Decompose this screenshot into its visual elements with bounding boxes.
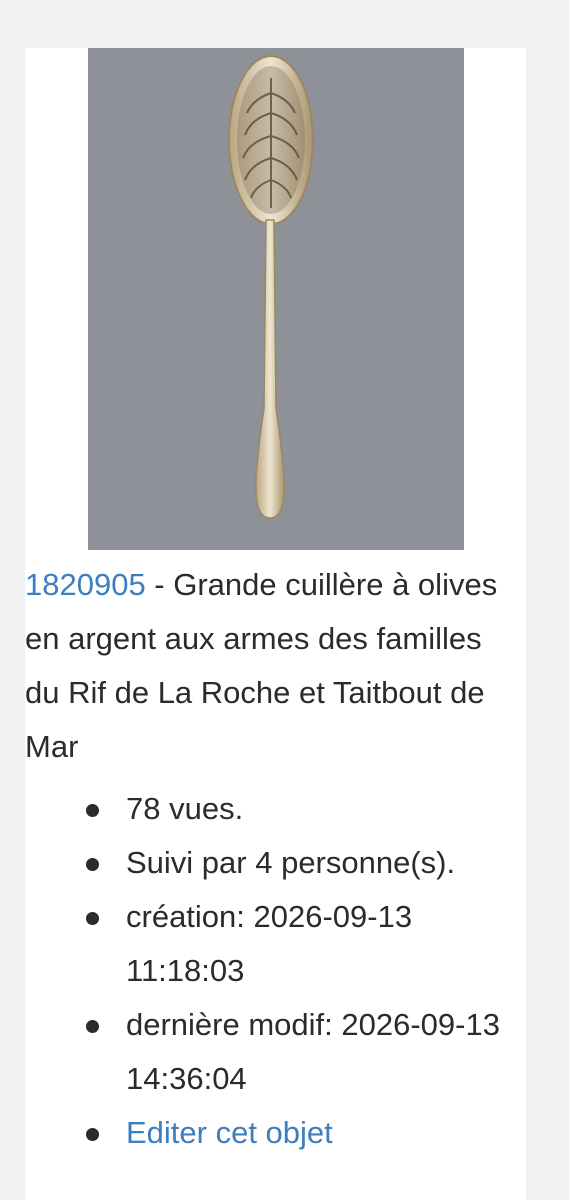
created-text: création: 2026-09-13 11:18:03 (126, 899, 413, 988)
bullet-icon (86, 1128, 99, 1141)
caption-separator: - (145, 567, 174, 602)
followers-text: Suivi par 4 personne(s). (126, 845, 456, 880)
bullet-icon (86, 804, 99, 817)
list-item-views: 78 vues. (86, 782, 526, 836)
bullet-icon (86, 1020, 99, 1033)
item-meta-list: 78 vues. Suivi par 4 personne(s). créati… (25, 782, 526, 1160)
spoon-illustration (228, 55, 314, 519)
item-caption: 1820905 - Grande cuillère à olives en ar… (25, 558, 520, 774)
views-text: 78 vues. (126, 791, 244, 826)
bullet-icon (86, 858, 99, 871)
item-card: 1820905 - Grande cuillère à olives en ar… (25, 48, 526, 1200)
list-item-created: création: 2026-09-13 11:18:03 (86, 890, 526, 998)
list-item-modified: dernière modif: 2026-09-13 14:36:04 (86, 998, 526, 1106)
list-item-edit: Editer cet objet (86, 1106, 526, 1160)
edit-object-link[interactable]: Editer cet objet (126, 1115, 333, 1150)
modified-text: dernière modif: 2026-09-13 14:36:04 (126, 1007, 500, 1096)
list-item-followers: Suivi par 4 personne(s). (86, 836, 526, 890)
item-photo[interactable] (88, 48, 464, 550)
bullet-icon (86, 912, 99, 925)
item-id-link[interactable]: 1820905 (25, 567, 146, 602)
